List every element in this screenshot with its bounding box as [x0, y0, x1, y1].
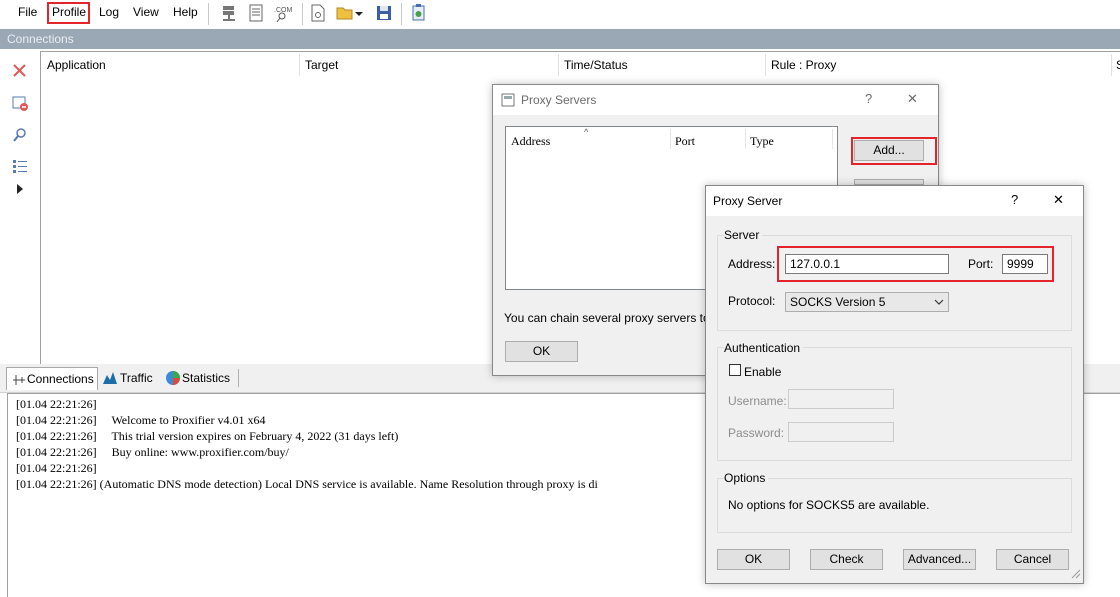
tab-statistics[interactable]: Statistics — [164, 367, 234, 389]
toolbar-separator — [302, 3, 303, 25]
column-divider — [558, 54, 559, 76]
check-button[interactable]: Check — [810, 549, 883, 570]
close-icon[interactable]: ✕ — [907, 91, 918, 107]
protocol-label: Protocol: — [728, 294, 776, 308]
column-header-port[interactable]: Port — [675, 134, 695, 149]
column-divider — [832, 129, 833, 149]
menu-view[interactable]: View — [133, 4, 159, 20]
column-header-s[interactable]: S — [1116, 58, 1120, 72]
tab-connections[interactable]: Connections — [6, 367, 98, 390]
connections-panel-title: Connections — [7, 32, 74, 46]
cancel-button[interactable]: Cancel — [996, 549, 1069, 570]
save-profile-icon[interactable] — [374, 3, 394, 23]
connections-panel-header: Connections — [0, 29, 1120, 49]
help-button[interactable]: ? — [1011, 192, 1018, 207]
tab-traffic[interactable]: Traffic — [100, 367, 158, 389]
enable-checkbox[interactable] — [729, 364, 741, 376]
play-icon[interactable] — [10, 179, 30, 199]
proxification-rules-icon[interactable] — [246, 3, 266, 23]
log-line: [01.04 22:21:26] — [16, 397, 97, 411]
log-line: [01.04 22:21:26] This trial version expi… — [16, 429, 399, 443]
column-divider — [1111, 54, 1112, 76]
column-header-application[interactable]: Application — [47, 58, 106, 72]
tab-traffic-label: Traffic — [120, 371, 153, 385]
help-button[interactable]: ? — [865, 91, 872, 106]
chain-hint-text: You can chain several proxy servers toge… — [504, 311, 727, 325]
column-header-time-status[interactable]: Time/Status — [564, 58, 628, 72]
protocol-select[interactable]: SOCKS Version 5 — [785, 292, 949, 312]
tab-statistics-label: Statistics — [182, 371, 231, 385]
remove-icon[interactable] — [10, 93, 30, 113]
authentication-group-label: Authentication — [724, 341, 804, 355]
dropdown-arrow-icon[interactable] — [353, 3, 365, 23]
proxy-servers-title-bar: Proxy Servers ? ✕ — [493, 85, 938, 115]
column-divider — [299, 54, 300, 76]
username-input[interactable] — [788, 389, 894, 409]
column-header-target[interactable]: Target — [305, 58, 338, 72]
advanced-button[interactable]: Advanced... — [903, 549, 976, 570]
menu-bar: File Profile Log View Help .COM — [0, 0, 1120, 29]
enable-label: Enable — [744, 365, 782, 379]
sort-ascending-icon: ^ — [584, 127, 589, 137]
proxy-server-title: Proxy Server — [713, 194, 783, 208]
log-line: [01.04 22:21:26] Buy online: www.proxifi… — [16, 445, 289, 459]
options-text: No options for SOCKS5 are available. — [728, 498, 930, 512]
ok-button[interactable]: OK — [717, 549, 790, 570]
statistics-tab-icon — [165, 367, 181, 394]
proxy-servers-title: Proxy Servers — [521, 93, 597, 107]
password-input[interactable] — [788, 422, 894, 442]
column-header-type[interactable]: Type — [750, 134, 774, 149]
protocol-select-value: SOCKS Version 5 — [790, 295, 886, 309]
server-group-label: Server — [724, 228, 763, 242]
tab-connections-label: Connections — [27, 372, 94, 386]
username-label: Username: — [728, 394, 787, 408]
menu-file[interactable]: File — [18, 4, 37, 20]
address-label: Address: — [728, 257, 776, 271]
proxy-servers-icon[interactable] — [219, 3, 239, 23]
column-divider — [765, 54, 766, 76]
connections-tab-icon — [11, 368, 27, 395]
proxy-server-dialog: Proxy Server ? ✕ Server Address: 127.0.0… — [705, 185, 1084, 584]
profile-highlight-box — [47, 2, 90, 24]
list-icon[interactable] — [10, 157, 30, 177]
search-icon[interactable] — [10, 125, 30, 145]
toolbar-separator — [401, 3, 402, 25]
add-button-highlight-box — [851, 137, 937, 165]
column-divider — [670, 129, 671, 149]
column-header-rule-proxy[interactable]: Rule : Proxy — [771, 58, 836, 72]
menu-help[interactable]: Help — [173, 4, 198, 20]
resize-grip-icon[interactable] — [1071, 568, 1081, 582]
close-connection-icon[interactable] — [10, 61, 30, 81]
side-toolbar — [0, 49, 40, 366]
proxy-server-title-bar: Proxy Server ? ✕ — [706, 186, 1083, 216]
new-profile-icon[interactable] — [308, 3, 328, 23]
advanced-settings-icon[interactable] — [408, 3, 428, 23]
tab-separator — [238, 369, 239, 387]
toolbar-separator — [208, 3, 209, 25]
log-line: [01.04 22:21:26] (Automatic DNS mode det… — [16, 477, 598, 491]
column-header-address[interactable]: Address — [511, 134, 550, 149]
name-resolution-icon[interactable]: .COM — [273, 3, 293, 23]
traffic-tab-icon — [102, 367, 118, 394]
options-group-label: Options — [724, 471, 769, 485]
address-port-highlight-box — [777, 246, 1054, 282]
close-icon[interactable]: ✕ — [1053, 192, 1064, 208]
proxy-servers-app-icon — [501, 93, 515, 110]
chevron-down-icon — [934, 293, 944, 316]
column-divider — [745, 129, 746, 149]
ok-button[interactable]: OK — [505, 341, 578, 362]
menu-log[interactable]: Log — [99, 4, 119, 20]
password-label: Password: — [728, 426, 785, 440]
log-line: [01.04 22:21:26] — [16, 461, 97, 475]
log-line: [01.04 22:21:26] Welcome to Proxifier v4… — [16, 413, 266, 427]
open-profile-icon[interactable] — [335, 3, 355, 23]
